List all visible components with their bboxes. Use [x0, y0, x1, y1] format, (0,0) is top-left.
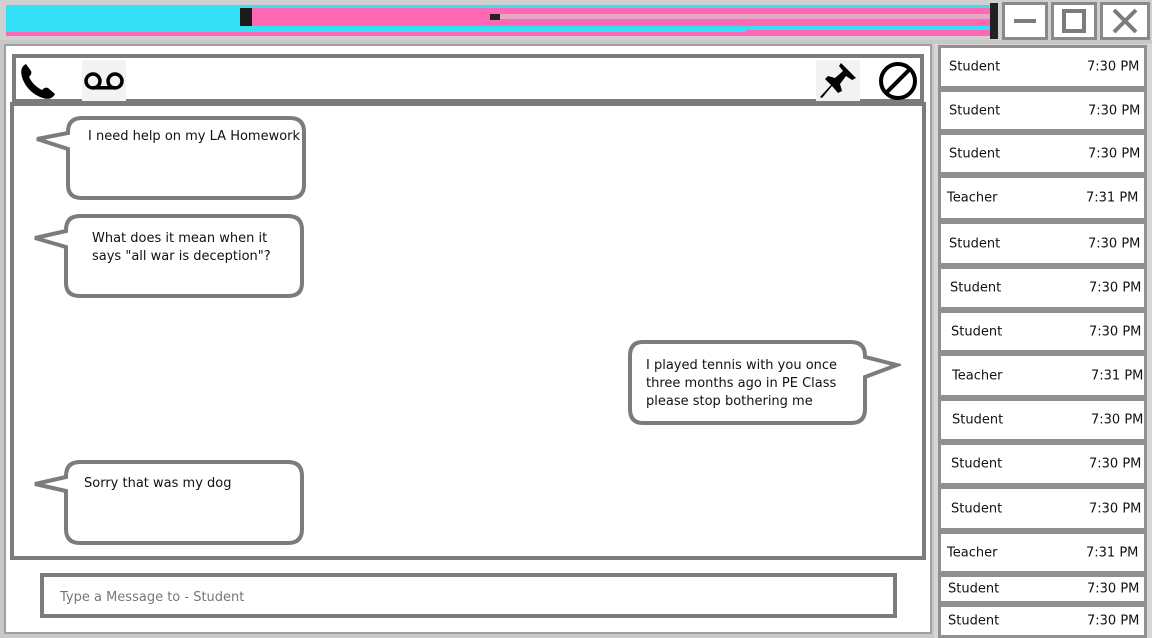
contact-name: Student [952, 412, 1004, 428]
contact-name: Student [951, 456, 1003, 472]
contact-time: 7:30 PM [1089, 324, 1142, 339]
speech-bubble-shape [34, 460, 304, 545]
block-button[interactable] [876, 60, 920, 101]
contact-item[interactable]: Student 7:30 PM [938, 45, 1147, 89]
contact-item[interactable]: Teacher 7:31 PM [938, 353, 1147, 398]
contact-item[interactable]: Student 7:30 PM [938, 266, 1147, 310]
message-input[interactable] [58, 586, 862, 608]
contact-name: Teacher [947, 545, 998, 560]
contact-time: 7:31 PM [1086, 190, 1139, 206]
message-text: I played tennis with you once three mont… [646, 358, 838, 409]
pin-icon [820, 62, 856, 98]
close-button[interactable] [1100, 2, 1150, 40]
message-text: Sorry that was my dog [84, 476, 232, 491]
title-bar-dark-edge [990, 3, 998, 39]
title-bar-dark-mark [240, 8, 252, 26]
contact-time: 7:30 PM [1088, 146, 1141, 161]
block-icon [879, 61, 917, 100]
contact-name: Student [948, 581, 1000, 597]
contact-time: 7:30 PM [1089, 280, 1142, 296]
contact-time: 7:30 PM [1088, 103, 1141, 118]
voicemail-button[interactable] [82, 60, 126, 101]
contact-name: Teacher [952, 368, 1003, 383]
contact-item[interactable]: Student 7:30 PM [938, 89, 1147, 132]
message-bubble-incoming: What does it mean when it says "all war … [32, 213, 306, 299]
contact-time: 7:30 PM [1089, 456, 1142, 472]
title-bar-glitch-dot [490, 14, 500, 20]
message-composer[interactable] [40, 573, 897, 618]
contact-name: Student [951, 501, 1003, 516]
contact-name: Student [951, 324, 1003, 339]
contact-item[interactable]: Teacher 7:31 PM [938, 175, 1147, 221]
chat-toolbar [12, 54, 924, 103]
message-bubble-incoming: I need help on my LA Homework [34, 115, 308, 201]
contact-item[interactable]: Student 7:30 PM [938, 132, 1147, 175]
contact-name: Student [948, 613, 1000, 629]
contact-time: 7:30 PM [1087, 613, 1140, 629]
pin-button[interactable] [816, 60, 860, 101]
contact-time: 7:30 PM [1087, 581, 1140, 597]
phone-icon [21, 63, 55, 99]
contact-name: Teacher [947, 190, 998, 206]
contact-time: 7:31 PM [1086, 545, 1139, 560]
message-text: I need help on my LA Homework [88, 129, 301, 144]
contact-item[interactable]: Student 7:30 PM [938, 574, 1147, 604]
contact-name: Student [949, 236, 1001, 251]
contact-time: 7:30 PM [1088, 236, 1141, 251]
message-bubble-incoming: Sorry that was my dog [32, 459, 306, 547]
maximize-icon [1062, 9, 1086, 33]
contact-time: 7:31 PM [1091, 368, 1144, 383]
contact-time: 7:30 PM [1089, 501, 1142, 516]
contact-name: Student [949, 103, 1001, 118]
contact-item[interactable]: Student 7:30 PM [938, 604, 1147, 638]
call-button[interactable] [16, 60, 60, 101]
maximize-button[interactable] [1051, 2, 1097, 40]
message-bubble-outgoing: I played tennis with you once three mont… [627, 339, 901, 427]
contact-item[interactable]: Student 7:30 PM [938, 442, 1147, 486]
contact-name: Student [949, 59, 1001, 75]
contact-name: Student [950, 280, 1002, 296]
contact-item[interactable]: Teacher 7:31 PM [938, 531, 1147, 574]
contact-item[interactable]: Student 7:30 PM [938, 398, 1147, 442]
contact-name: Student [949, 146, 1001, 161]
minimize-button[interactable] [1002, 2, 1048, 40]
contact-time: 7:30 PM [1091, 412, 1144, 428]
message-text: What does it mean when it says "all war … [92, 231, 271, 264]
title-bar-cyan-bottom [6, 28, 746, 32]
contact-item[interactable]: Student 7:30 PM [938, 221, 1147, 266]
minimize-icon [1014, 19, 1036, 23]
voicemail-icon [84, 71, 124, 90]
contact-time: 7:30 PM [1087, 59, 1140, 75]
close-icon [1112, 8, 1138, 34]
contact-item[interactable]: Student 7:30 PM [938, 310, 1147, 353]
title-bar[interactable] [0, 0, 1152, 40]
contact-item[interactable]: Student 7:30 PM [938, 486, 1147, 531]
title-bar-glitch-line [490, 14, 995, 19]
